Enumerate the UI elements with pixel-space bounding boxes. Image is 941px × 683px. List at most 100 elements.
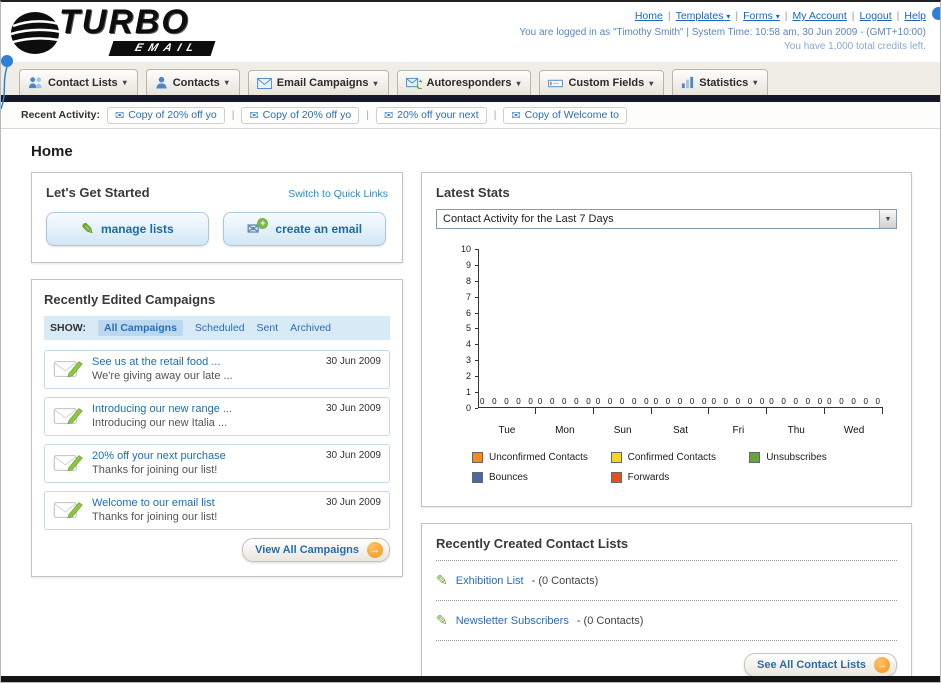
chevron-down-icon: ▾ (753, 78, 758, 87)
filter-scheduled[interactable]: Scheduled (195, 322, 245, 334)
envelope-pencil-icon (53, 361, 83, 378)
recent-activity-link[interactable]: Copy of 20% off yo (263, 109, 352, 121)
chart-y-tick: 6 (452, 308, 478, 318)
see-all-contact-lists-button[interactable]: See All Contact Lists → (743, 653, 897, 677)
tab-autoresponders[interactable]: Autoresponders ▾ (396, 70, 532, 95)
envelope-pencil-icon (53, 455, 83, 472)
recent-activity-link[interactable]: Copy of 20% off yo (128, 109, 217, 121)
chevron-down-icon: ▾ (373, 78, 378, 88)
help-bubble-icon[interactable] (932, 7, 940, 20)
custom-fields-icon (548, 79, 564, 87)
stats-period-select[interactable]: Contact Activity for the Last 7 Days ▼ (436, 209, 897, 229)
legend-item: Unconfirmed Contacts (472, 452, 611, 463)
campaign-list-item: Welcome to our email list Thanks for joi… (44, 491, 390, 530)
contact-list-link[interactable]: Newsletter Subscribers (456, 615, 569, 627)
divider (436, 600, 897, 601)
chevron-down-icon: ▾ (649, 78, 654, 88)
tab-contact-lists[interactable]: Contact Lists ▾ (19, 69, 138, 95)
chart-y-tick: 4 (452, 339, 478, 349)
app-logo: TURBO EMAIL (1, 2, 216, 62)
header-right: Home | Templates ▾ | Forms ▾ | My Account | Logo… (519, 2, 940, 62)
view-all-campaigns-button[interactable]: View All Campaigns → (242, 538, 390, 562)
header-link-my-account[interactable]: My Account (793, 10, 847, 22)
filter-archived[interactable]: Archived (290, 322, 331, 334)
chevron-down-icon: ▾ (775, 12, 780, 21)
chart-y-tick: 7 (452, 292, 478, 302)
recent-activity-item[interactable]: ✉ 20% off your next (375, 106, 487, 124)
header-link-forms[interactable]: Forms ▾ (743, 10, 780, 22)
tab-email-campaigns[interactable]: Email Campaigns ▾ (247, 70, 389, 95)
main-content: Home Let's Get Started Switch to Quick L… (1, 129, 940, 682)
pencil-icon: ✎ (81, 221, 94, 238)
chart-day-group: 0 0 0 0 0 Sun (594, 249, 652, 448)
recent-campaigns-title: Recently Edited Campaigns (44, 292, 216, 307)
contact-list-count: - (0 Contacts) (531, 574, 599, 587)
chevron-down-icon: ▾ (122, 78, 127, 87)
legend-swatch (610, 472, 622, 483)
logo-name: TURBO (59, 3, 190, 41)
recent-activity-item[interactable]: ✉ Copy of 20% off yo (106, 106, 225, 124)
chart-x-area: 0 0 0 0 0 Tue 0 0 0 0 0 Mon 0 0 0 0 0 Sun 0 0 0 0 0 Sat 0 0 0 0 0 Fri… (478, 249, 883, 448)
legend-item: Forwards (610, 472, 750, 483)
campaign-date: 30 Jun 2009 (325, 450, 381, 461)
header-link-home[interactable]: Home (635, 10, 663, 22)
campaign-title-link[interactable]: Welcome to our email list (92, 497, 217, 509)
separator: | (784, 10, 788, 22)
separator: | (735, 10, 739, 22)
autoresponders-icon (405, 77, 422, 89)
campaign-title-link[interactable]: See us at the retail food ... (92, 356, 233, 368)
get-started-title: Let's Get Started (46, 185, 150, 200)
tab-statistics[interactable]: Statistics ▾ (672, 69, 769, 95)
contact-list-link[interactable]: Exhibition List (456, 575, 524, 587)
envelope-icon: ✉ (114, 109, 125, 122)
manage-lists-button[interactable]: ✎ manage lists (46, 212, 209, 246)
filter-sent[interactable]: Sent (257, 322, 279, 334)
campaign-title-link[interactable]: Introducing our new range ... (92, 403, 232, 415)
campaign-date: 30 Jun 2009 (325, 403, 381, 414)
email-campaigns-icon (256, 77, 272, 89)
see-all-contact-lists-label: See All Contact Lists (756, 659, 866, 671)
chart-y-tick: 0 (452, 403, 478, 413)
create-email-label: create an email (275, 222, 363, 236)
recent-activity-link[interactable]: 20% off your next (397, 109, 479, 121)
recent-activity-item[interactable]: ✉ Copy of Welcome to (503, 106, 627, 124)
chart-day-group: 0 0 0 0 0 Tue (478, 249, 536, 448)
tab-label: Email Campaigns (276, 77, 369, 89)
recent-contact-lists-panel: Recently Created Contact Lists ✎ Exhibit… (421, 523, 912, 682)
header-link-logout[interactable]: Logout (860, 10, 892, 22)
recent-activity-item[interactable]: ✉ Copy of 20% off yo (241, 106, 360, 124)
logo-swoosh-icon (10, 12, 62, 54)
chart-day-group: 0 0 0 0 0 Wed (825, 249, 883, 448)
header-link-label: Templates (675, 10, 724, 22)
header-link-templates[interactable]: Templates ▾ (676, 10, 731, 22)
view-all-campaigns-label: View All Campaigns (255, 544, 359, 556)
tab-contacts[interactable]: Contacts ▾ (145, 69, 240, 95)
campaign-subtitle: Thanks for joining our list! (92, 464, 218, 476)
chart-y-tick: 9 (452, 260, 478, 270)
contact-lists-icon (29, 77, 42, 89)
filter-all-campaigns[interactable]: All Campaigns (97, 320, 183, 336)
tab-label: Contacts (172, 76, 220, 89)
recent-activity-link[interactable]: Copy of Welcome to (525, 109, 619, 121)
separator: | (366, 109, 369, 121)
chart-y-tick: 1 (452, 387, 478, 397)
contact-list-count: - (0 Contacts) (576, 614, 644, 627)
show-label: SHOW: (50, 322, 86, 334)
separator: | (851, 10, 855, 22)
tab-custom-fields[interactable]: Custom Fields ▾ (539, 70, 665, 95)
arrow-right-icon: → (874, 657, 890, 673)
campaign-subtitle: We're giving away our late ... (92, 370, 233, 382)
chart-y-tick: 8 (452, 276, 478, 286)
create-email-button[interactable]: ✉ + create an email (223, 212, 386, 246)
get-started-panel: Let's Get Started Switch to Quick Links … (31, 172, 403, 263)
switch-quick-links-link[interactable]: Switch to Quick Links (288, 188, 388, 200)
contacts-icon (156, 76, 167, 89)
recent-contact-lists-title: Recently Created Contact Lists (436, 536, 629, 551)
chart-y-axis: 10 9 8 7 6 5 4 3 2 1 0 (452, 244, 478, 413)
envelope-pencil-icon (53, 502, 83, 519)
chart-day-group: 0 0 0 0 0 Fri (709, 249, 768, 448)
header-link-help[interactable]: Help (904, 10, 926, 22)
campaign-title-link[interactable]: 20% off your next purchase (92, 450, 226, 462)
manage-lists-label: manage lists (100, 222, 174, 236)
tab-label: Autoresponders (426, 77, 512, 89)
